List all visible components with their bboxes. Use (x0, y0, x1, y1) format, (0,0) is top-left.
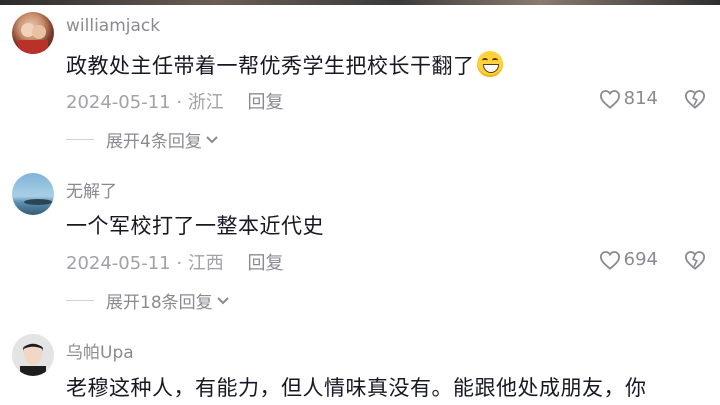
reply-button[interactable]: 回复 (248, 253, 284, 274)
dislike-button[interactable] (684, 250, 706, 274)
comment-location: 江西 (187, 253, 224, 274)
comment-location: 浙江 (187, 92, 224, 113)
divider-line (66, 139, 94, 140)
heart-icon (599, 89, 620, 109)
avatar[interactable] (12, 12, 54, 54)
reply-button[interactable]: 回复 (248, 92, 284, 113)
comment-text: 政教处主任带着一帮优秀学生把校长干翻了 (66, 50, 503, 80)
like-count: 694 (623, 249, 658, 270)
dislike-button[interactable] (684, 89, 706, 113)
grinning-squint-emoji-icon (476, 51, 503, 77)
broken-heart-icon (684, 251, 706, 270)
meta-separator: · (176, 92, 183, 113)
comment-date: 2024-05-11 (66, 92, 171, 113)
expand-replies-button[interactable]: 展开18条回复 (66, 288, 230, 313)
comment-text-content: 政教处主任带着一帮优秀学生把校长干翻了 (66, 54, 475, 78)
like-button[interactable]: 814 (599, 88, 658, 109)
comment-meta: 2024-05-11 · 浙江 回复 (66, 88, 284, 114)
comment-username[interactable]: 无解了 (66, 177, 117, 202)
comment-meta: 2024-05-11 · 江西 回复 (66, 249, 284, 275)
avatar[interactable] (12, 334, 54, 376)
heart-icon (599, 250, 620, 270)
broken-heart-icon (684, 90, 706, 109)
divider-line (66, 300, 94, 301)
like-count: 814 (623, 88, 658, 109)
meta-separator: · (176, 253, 183, 274)
chevron-down-icon (216, 296, 229, 304)
comment-username[interactable]: williamjack (66, 16, 160, 36)
comment-text: 一个军校打了一整本近代史 (66, 214, 324, 238)
like-button[interactable]: 694 (599, 249, 658, 270)
video-top-strip (0, 0, 720, 5)
expand-replies-button[interactable]: 展开4条回复 (66, 127, 219, 152)
comment-text: 老穆这种人，有能力，但人情味真没有。能跟他处成朋友，你 (66, 376, 647, 400)
expand-replies-label: 展开18条回复 (106, 293, 213, 313)
chevron-down-icon (206, 135, 218, 143)
avatar[interactable] (12, 173, 54, 215)
comment-date: 2024-05-11 (66, 253, 171, 274)
expand-replies-label: 展开4条回复 (106, 132, 202, 152)
comment-username[interactable]: 乌帕Upa (66, 338, 134, 363)
